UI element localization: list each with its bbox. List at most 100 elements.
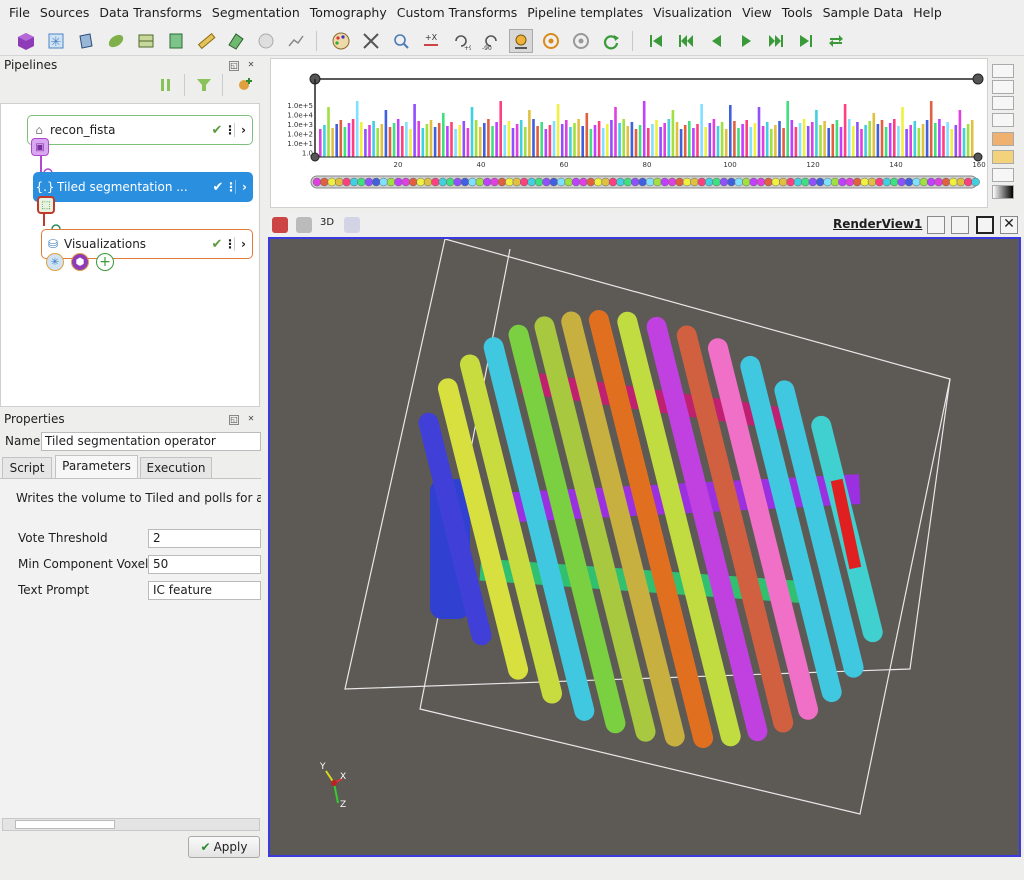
apply-button[interactable]: ✔ Apply [188,836,260,858]
cube-icon[interactable] [14,29,38,53]
menu-sample-data[interactable]: Sample Data [818,0,909,26]
last-frame-icon[interactable] [794,29,818,53]
opacity-icon[interactable] [992,96,1014,110]
float-panel-icon[interactable]: ◱ [229,61,239,71]
pipeline-canvas[interactable]: ⌂ recon_fista ✔ ⋮ › ▣ {.} Tiled segmenta… [0,103,260,407]
close-view-icon[interactable]: ✕ [1000,216,1018,234]
save-preset-icon[interactable] [992,150,1014,164]
float-panel-icon[interactable]: ◱ [229,415,239,425]
threshold-icon[interactable] [164,29,188,53]
more-options-icon[interactable]: ⋮ [224,123,236,137]
menu-help[interactable]: Help [908,0,947,26]
node-label: recon_fista [50,123,116,137]
play-icon[interactable] [734,29,758,53]
y-tick-label: 1.0e+2 [287,131,313,139]
histogram-panel[interactable]: 1.0e+5 1.0e+4 1.0e+3 1.0e+2 1.0e+1 1.0 20 40 60 8… [270,58,988,208]
y-tick-label: 1.0e+3 [287,121,313,129]
zoom-to-box-icon[interactable] [389,29,413,53]
menu-data-transforms[interactable]: Data Transforms [94,0,207,26]
pause-icon[interactable] [158,77,174,93]
pipeline-node-tiled-segmentation[interactable]: {.} Tiled segmentation ... ✔ ⋮ › [33,172,253,202]
filter-icon[interactable] [196,77,212,93]
menu-tomography[interactable]: Tomography [305,0,392,26]
slice-view-icon[interactable]: ✳ [46,253,64,271]
close-icon[interactable]: ✕ [246,415,256,425]
menu-visualization[interactable]: Visualization [648,0,737,26]
min-component-voxels-label: Min Component Voxels [18,557,155,571]
vote-threshold-field[interactable]: 2 [148,529,261,548]
settings-icon[interactable] [992,113,1014,127]
ruler-icon[interactable] [194,29,218,53]
name-field[interactable]: Tiled segmentation operator [41,432,261,451]
first-frame-icon[interactable] [644,29,668,53]
menu-tools[interactable]: Tools [777,0,818,26]
render-view[interactable]: Y X Z [268,237,1021,857]
plane-icon[interactable] [224,29,248,53]
toggle-3d-button[interactable]: 3D [320,217,334,228]
contour-icon[interactable] [104,29,128,53]
close-icon[interactable]: ✕ [246,61,256,71]
expand-arrow-icon[interactable]: › [235,180,253,194]
menu-pipeline-templates[interactable]: Pipeline templates [522,0,648,26]
line-plot-icon[interactable] [284,29,308,53]
camera-icon[interactable] [296,217,312,233]
molecule-icon[interactable] [254,29,278,53]
node-label: Tiled segmentation ... [57,180,188,194]
grayscale-icon[interactable] [992,185,1014,199]
output-segmentation-icon[interactable]: ⬚ [37,196,55,214]
color-palette-icon[interactable] [329,29,353,53]
set-view-x-icon[interactable]: +X [419,29,443,53]
volume-view-icon[interactable]: ⬢ [71,253,89,271]
tab-execution[interactable]: Execution [140,457,212,479]
maximize-icon[interactable] [976,216,994,234]
tab-parameters[interactable]: Parameters [55,455,138,479]
menu-file[interactable]: File [4,0,35,26]
svg-text:✳: ✳ [51,35,62,50]
reset-camera-icon[interactable] [359,29,383,53]
split-horizontal-icon[interactable] [927,216,945,234]
more-options-icon[interactable]: ⋮ [224,237,236,251]
x-tick-label: 80 [643,161,652,169]
menu-segmentation[interactable]: Segmentation [207,0,305,26]
capture-icon[interactable] [272,217,288,233]
volume-icon[interactable] [134,29,158,53]
home-icon: ⌂ [35,123,43,137]
refresh-icon[interactable] [599,29,623,53]
next-frame-icon[interactable] [764,29,788,53]
preset-icon[interactable] [992,80,1014,94]
rotate-minus90-icon[interactable]: -90 [479,29,503,53]
x-tick-label: 160 [972,161,985,169]
output-volume-icon[interactable]: ▣ [31,138,49,156]
add-view-icon[interactable]: + [96,253,114,271]
loop-icon[interactable] [824,29,848,53]
expand-arrow-icon[interactable]: › [234,237,252,251]
slice-icon[interactable]: ✳ [44,29,68,53]
previous-frame-icon[interactable] [674,29,698,53]
histogram-chart[interactable]: 1.0e+5 1.0e+41.0e+3 1.0e+21.0e+1 1.0 20 40 60 8… [271,59,987,207]
more-options-icon[interactable]: ⋮ [225,180,237,194]
interact-icon[interactable] [509,29,533,53]
zoom-icon[interactable] [344,217,360,233]
center-rotation-icon[interactable] [539,29,563,53]
menu-sources[interactable]: Sources [35,0,94,26]
play-backward-icon[interactable] [704,29,728,53]
menu-view[interactable]: View [737,0,777,26]
menu-custom-transforms[interactable]: Custom Transforms [392,0,523,26]
expand-arrow-icon[interactable]: › [234,123,252,137]
horizontal-scrollbar[interactable] [2,818,260,831]
check-icon: ✔ [211,122,223,138]
min-component-voxels-field[interactable]: 50 [148,555,261,574]
render-view-title: RenderView1 [833,217,923,231]
color-legend-icon[interactable] [992,168,1014,182]
pipeline-node-recon-fista[interactable]: ⌂ recon_fista ✔ ⋮ › [27,115,253,145]
gradient-icon[interactable] [992,132,1014,146]
tab-script[interactable]: Script [2,457,52,479]
menu-bar: File Sources Data Transforms Segmentatio… [0,0,1024,26]
log-scale-icon[interactable] [992,64,1014,78]
outline-icon[interactable] [74,29,98,53]
rotate-plus90-icon[interactable]: +90 [449,29,473,53]
add-node-icon[interactable] [236,77,254,93]
text-prompt-field[interactable]: IC feature [148,581,261,600]
pick-center-icon[interactable] [569,29,593,53]
split-vertical-icon[interactable] [951,216,969,234]
